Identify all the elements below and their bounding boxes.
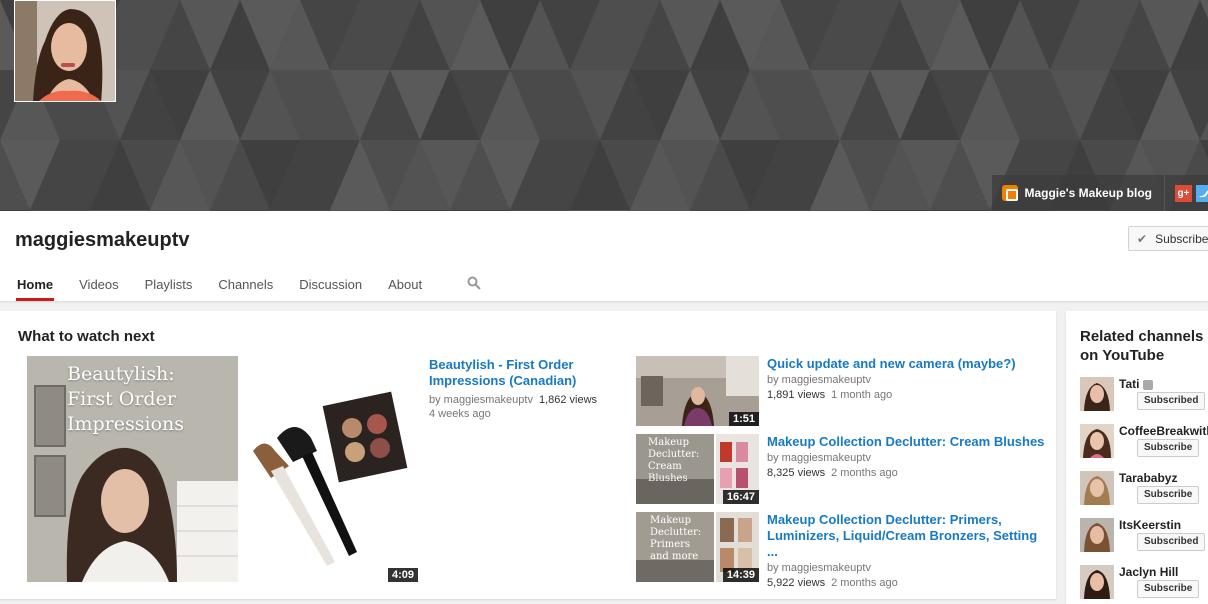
related-channels: Related channels on YouTube Tati Subscri… — [1066, 311, 1208, 604]
tab-home[interactable]: Home — [16, 269, 55, 301]
subscribe-button-label: Subscribe — [1155, 231, 1208, 246]
video-views: 5,922 views — [767, 577, 826, 589]
featured-video-thumbnail[interactable]: Beautylish: First Order Impressions 4:09 — [27, 356, 418, 582]
list-item[interactable]: Makeup Declutter: Cream Blushes 16:47 Ma… — [636, 434, 1046, 504]
related-channel-item[interactable]: CoffeeBreakwithDani Subscribe — [1080, 424, 1208, 460]
thumbnail-caption-line: Impressions — [67, 413, 185, 435]
list-item[interactable]: Makeup Declutter: Primers and more 14:39… — [636, 512, 1046, 589]
blog-link-label: Maggie's Makeup blog — [1024, 186, 1152, 200]
avatar[interactable] — [1080, 471, 1114, 505]
thumbnail-caption: Makeup Declutter: Cream Blushes — [648, 437, 700, 484]
subscribe-button[interactable]: Subscribe — [1137, 439, 1200, 457]
video-age: 1 month ago — [831, 389, 893, 401]
google-plus-icon[interactable]: g+ — [1175, 184, 1192, 202]
thumbnail-caption: Makeup Declutter: Primers and more — [650, 515, 702, 562]
video-stats: 8,325 views 2 months ago — [767, 467, 1047, 479]
video-duration: 1:51 — [728, 412, 759, 426]
channel-header: maggiesmakeuptv ✔ Subscribe Home Videos … — [0, 211, 1208, 301]
section-title: What to watch next — [18, 328, 155, 345]
video-age: 2 months ago — [831, 467, 898, 479]
tab-videos[interactable]: Videos — [78, 269, 120, 301]
video-thumbnail[interactable]: Makeup Declutter: Primers and more 14:39 — [636, 512, 759, 582]
channel-title[interactable]: maggiesmakeuptv — [15, 229, 190, 252]
video-byline[interactable]: by maggiesmakeuptv — [767, 562, 1047, 574]
video-byline[interactable]: by maggiesmakeuptv — [429, 394, 533, 406]
list-item[interactable]: 1:51 Quick update and new camera (maybe?… — [636, 356, 1046, 426]
subscribe-button[interactable]: Subscribe — [1137, 486, 1200, 504]
related-channels-title: Related channels on YouTube — [1080, 328, 1204, 364]
thumbnail-caption-line: Beautylish: — [67, 363, 175, 385]
tab-about[interactable]: About — [387, 269, 423, 301]
blogger-icon — [1002, 185, 1019, 201]
video-info: Quick update and new camera (maybe?) by … — [767, 356, 1047, 401]
video-title[interactable]: Makeup Collection Declutter: Primers, Lu… — [767, 512, 1047, 560]
video-stats: 1,891 views 1 month ago — [767, 389, 1047, 401]
featured-video-meta: by maggiesmakeuptv 1,862 views 4 weeks ag… — [429, 393, 619, 421]
channel-banner: Maggie's Makeup blog g+ — [0, 0, 1208, 211]
related-channel-item[interactable]: Tati Subscribed — [1080, 377, 1208, 413]
channel-name[interactable]: ItsKeerstin — [1119, 518, 1181, 532]
related-channel-item[interactable]: ItsKeerstin Subscribed — [1080, 518, 1208, 554]
channel-avatar[interactable] — [14, 0, 116, 102]
avatar[interactable] — [1080, 518, 1114, 552]
what-to-watch-section: What to watch next Beautylish: First Ord… — [0, 311, 1056, 599]
channel-name[interactable]: Jaclyn Hill — [1119, 565, 1178, 579]
tab-playlists[interactable]: Playlists — [144, 269, 194, 301]
video-byline[interactable]: by maggiesmakeuptv — [767, 374, 1047, 386]
video-title[interactable]: Quick update and new camera (maybe?) — [767, 356, 1047, 372]
featured-video-info: Beautylish - First Order Impressions (Ca… — [429, 357, 619, 421]
checkmark-icon: ✔ — [1137, 231, 1148, 246]
video-thumbnail[interactable]: Makeup Declutter: Cream Blushes 16:47 — [636, 434, 759, 504]
video-views: 1,862 views — [538, 394, 598, 406]
video-duration: 14:39 — [722, 568, 759, 582]
twitter-icon[interactable] — [1196, 184, 1208, 202]
channel-tabs: Home Videos Playlists Channels Discussio… — [16, 269, 481, 301]
avatar[interactable] — [1080, 565, 1114, 599]
avatar[interactable] — [1080, 377, 1114, 411]
featured-video-title[interactable]: Beautylish - First Order Impressions (Ca… — [429, 357, 619, 389]
subscribe-button[interactable]: Subscribed — [1137, 392, 1206, 410]
verified-icon — [1143, 379, 1154, 390]
thumbnail-caption: Beautylish: First Order Impressions — [67, 362, 184, 437]
tab-channels[interactable]: Channels — [217, 269, 274, 301]
video-views: 1,891 views — [767, 389, 826, 401]
banner-links: Maggie's Makeup blog g+ — [992, 175, 1208, 211]
subscribe-button[interactable]: Subscribe — [1137, 580, 1200, 598]
video-duration: 16:47 — [722, 490, 759, 504]
video-byline[interactable]: by maggiesmakeuptv — [767, 452, 1047, 464]
tab-discussion[interactable]: Discussion — [298, 269, 363, 301]
video-thumbnail[interactable]: 1:51 — [636, 356, 759, 426]
channel-name[interactable]: Tati — [1119, 377, 1154, 391]
avatar[interactable] — [1080, 424, 1114, 458]
video-age: 2 months ago — [831, 577, 898, 589]
related-channel-item[interactable]: Tarababyz Subscribe — [1080, 471, 1208, 507]
channel-name[interactable]: CoffeeBreakwithDani — [1119, 424, 1208, 438]
video-duration: 4:09 — [387, 568, 418, 582]
search-icon[interactable] — [467, 276, 481, 290]
thumbnail-caption-line: First Order — [67, 388, 176, 410]
video-age: 4 weeks ago — [429, 408, 491, 420]
video-stats: 5,922 views 2 months ago — [767, 577, 1047, 589]
channel-name[interactable]: Tarababyz — [1119, 471, 1177, 485]
subscribe-button[interactable]: ✔ Subscribe — [1128, 226, 1208, 251]
video-info: Makeup Collection Declutter: Primers, Lu… — [767, 512, 1047, 589]
video-title[interactable]: Makeup Collection Declutter: Cream Blush… — [767, 434, 1047, 450]
subscribe-button[interactable]: Subscribed — [1137, 533, 1206, 551]
blog-link[interactable]: Maggie's Makeup blog — [992, 175, 1165, 211]
video-views: 8,325 views — [767, 467, 826, 479]
channel-name-text: Tati — [1119, 377, 1140, 391]
related-channel-item[interactable]: Jaclyn Hill Subscribe — [1080, 565, 1208, 601]
video-info: Makeup Collection Declutter: Cream Blush… — [767, 434, 1047, 479]
